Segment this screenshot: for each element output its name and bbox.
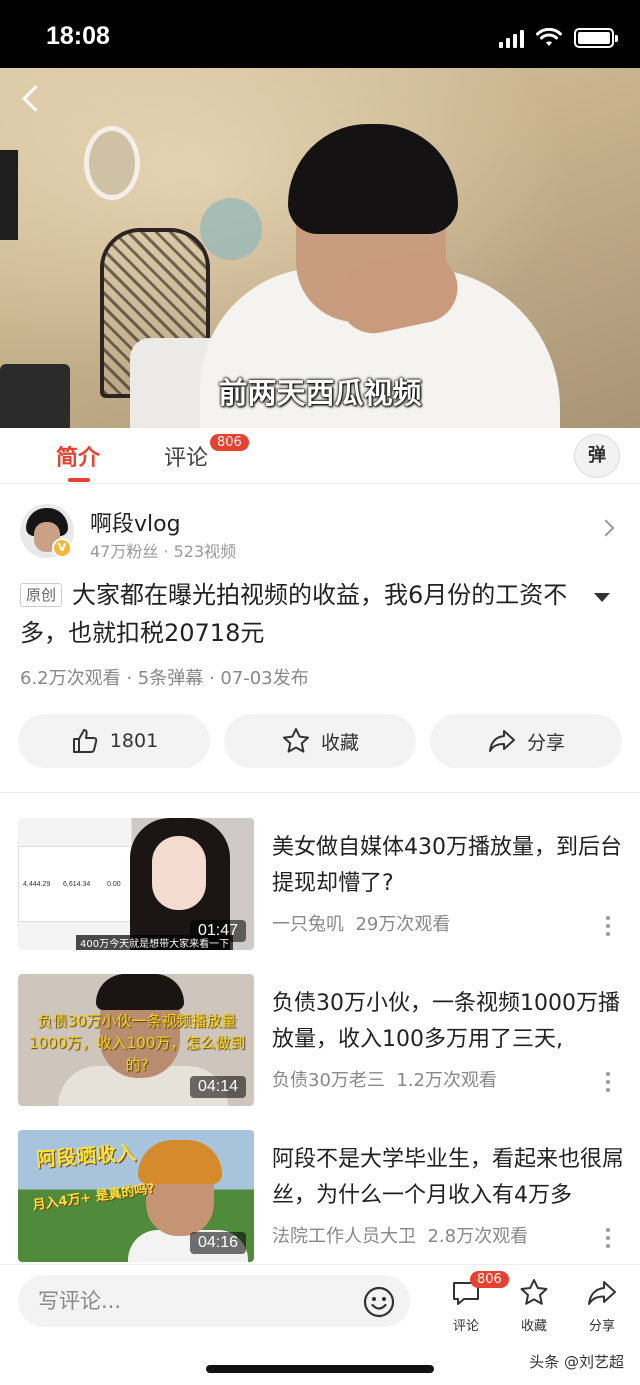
video-duration: 04:16 (189, 1232, 246, 1254)
author-row[interactable]: V 啊段vlog 47万粉丝 · 523视频 (0, 484, 640, 580)
comment-label: 评论 (452, 1319, 479, 1334)
author-stats: 47万粉丝 · 523视频 (90, 542, 237, 561)
home-indicator[interactable] (206, 1365, 434, 1373)
detail-tabs: 简介 评论 806 弹 (0, 428, 640, 484)
related-thumbnail[interactable]: 4,444.29 6,614.34 0.00 01:47 400万今天就是想带大… (18, 818, 254, 950)
related-title[interactable]: 负债30万小伙，一条视频1000万播放量，收入100多万用了三天, (272, 986, 624, 1058)
share-arrow-icon (488, 730, 515, 752)
section-divider (0, 792, 640, 793)
chevron-right-icon[interactable] (597, 519, 615, 537)
thumbnail-caption: 负债30万小伙一条视频播放量1000万，收入100万，怎么做到的? (28, 1012, 246, 1074)
like-count: 1801 (109, 730, 159, 752)
bottom-share-label: 分享 (588, 1319, 615, 1334)
comments-count-badge: 806 (210, 434, 249, 451)
related-author: 一只兔叽 (272, 914, 344, 935)
comment-button[interactable]: 806 评论 (438, 1271, 509, 1343)
tab-comments-label: 评论 (164, 446, 209, 471)
action-row: 1801 收藏 分享 (18, 714, 622, 770)
related-thumbnail[interactable]: 负债30万小伙一条视频播放量1000万，收入100万，怎么做到的? 04:14 (18, 974, 254, 1106)
thumb-doc-value: 4,444.29 (23, 881, 51, 888)
video-title-text: 大家都在曝光拍视频的收益，我6月份的工资不多，也就扣税20718元 (20, 581, 568, 647)
related-views: 1.2万次观看 (396, 1070, 497, 1091)
thumbs-up-icon (72, 729, 98, 753)
thumbnail-caption: 月入4万+ 是真的吗? (31, 1181, 156, 1214)
thumbnail-person-hair (96, 974, 184, 1010)
video-duration: 04:14 (189, 1076, 246, 1098)
bottom-favorite-button[interactable]: 收藏 (506, 1277, 562, 1343)
thumb-doc-value: 0.00 (107, 881, 121, 888)
like-button[interactable]: 1801 (18, 714, 210, 768)
original-tag: 原创 (20, 583, 63, 607)
related-thumbnail[interactable]: 阿段晒收入 月入4万+ 是真的吗? 04:16 (18, 1130, 254, 1262)
related-video-item[interactable]: 阿段晒收入 月入4万+ 是真的吗? 04:16 阿段不是大学毕业生，看起来也很屌… (0, 1130, 640, 1264)
related-video-item[interactable]: 负债30万小伙一条视频播放量1000万，收入100万，怎么做到的? 04:14 … (0, 974, 640, 1108)
back-icon[interactable] (16, 80, 52, 116)
wifi-icon (536, 28, 562, 46)
expand-description-icon[interactable] (594, 593, 610, 602)
status-icons (499, 26, 618, 48)
favorite-label: 收藏 (320, 731, 359, 754)
video-player[interactable]: 前两天西瓜视频 (0, 68, 640, 428)
watermark: 头条 @刘艺超 (527, 1351, 626, 1372)
video-scene-mirror (84, 126, 140, 200)
bottom-share-button[interactable]: 分享 (574, 1277, 630, 1343)
thumb-doc-value: 6,614.34 (63, 881, 91, 888)
screen: 18:08 前两天西瓜视频 简介 评论 806 弹 V 啊段vlog 47万粉丝… (0, 0, 640, 1385)
thumbnail-person-face (152, 836, 206, 910)
more-options-icon[interactable] (606, 1228, 610, 1248)
related-meta: 负债30万老三 1.2万次观看 (272, 1066, 497, 1092)
favorite-button[interactable]: 收藏 (224, 714, 416, 768)
star-icon (520, 1279, 548, 1305)
video-title: 原创 大家都在曝光拍视频的收益，我6月份的工资不多，也就扣税20718元 (20, 576, 580, 652)
bottom-bar: 806 评论 收藏 分享 头条 @刘艺超 (0, 1264, 640, 1385)
tab-comments[interactable]: 评论 806 (164, 434, 249, 472)
related-views: 2.8万次观看 (427, 1226, 529, 1247)
video-subtitle: 前两天西瓜视频 (218, 376, 422, 410)
status-time: 18:08 (46, 22, 110, 50)
more-options-icon[interactable] (606, 1072, 610, 1092)
thumbnail-caption: 400万今天就是想带大家来看一下 (76, 935, 234, 950)
more-options-icon[interactable] (606, 916, 610, 936)
related-title[interactable]: 美女做自媒体430万播放量，到后台提现却懵了? (272, 830, 624, 902)
tab-intro[interactable]: 简介 (56, 440, 101, 482)
comment-count-badge: 806 (470, 1271, 509, 1288)
video-meta: 6.2万次观看 · 5条弹幕 · 07-03发布 (20, 668, 309, 689)
verified-badge-icon: V (52, 538, 72, 558)
status-bar: 18:08 (0, 0, 640, 68)
video-scene-tv (0, 150, 18, 240)
share-label: 分享 (526, 731, 565, 754)
danmaku-toggle-button[interactable]: 弹 (574, 434, 620, 478)
signal-icon (499, 30, 524, 48)
star-icon (282, 728, 309, 753)
video-scene-fan (200, 198, 262, 260)
related-author: 负债30万老三 (272, 1070, 385, 1091)
related-title[interactable]: 阿段不是大学毕业生，看起来也很屌丝，为什么一个月收入有4万多 (272, 1142, 624, 1214)
thumbnail-caption: 阿段晒收入 (35, 1140, 137, 1172)
tab-intro-label: 简介 (56, 446, 101, 471)
related-video-item[interactable]: 4,444.29 6,614.34 0.00 01:47 400万今天就是想带大… (0, 818, 640, 952)
comment-input[interactable] (18, 1275, 410, 1327)
author-name[interactable]: 啊段vlog (90, 506, 181, 538)
thumbnail-document: 4,444.29 6,614.34 0.00 (18, 846, 142, 922)
bottom-favorite-label: 收藏 (520, 1319, 547, 1334)
related-views: 29万次观看 (355, 914, 451, 935)
share-button[interactable]: 分享 (430, 714, 622, 768)
battery-icon (574, 28, 618, 48)
related-meta: 法院工作人员大卫 2.8万次观看 (272, 1222, 528, 1248)
related-meta: 一只兔叽 29万次观看 (272, 910, 450, 936)
share-arrow-icon (588, 1281, 616, 1305)
related-author: 法院工作人员大卫 (272, 1226, 416, 1247)
emoji-icon[interactable] (362, 1285, 396, 1319)
